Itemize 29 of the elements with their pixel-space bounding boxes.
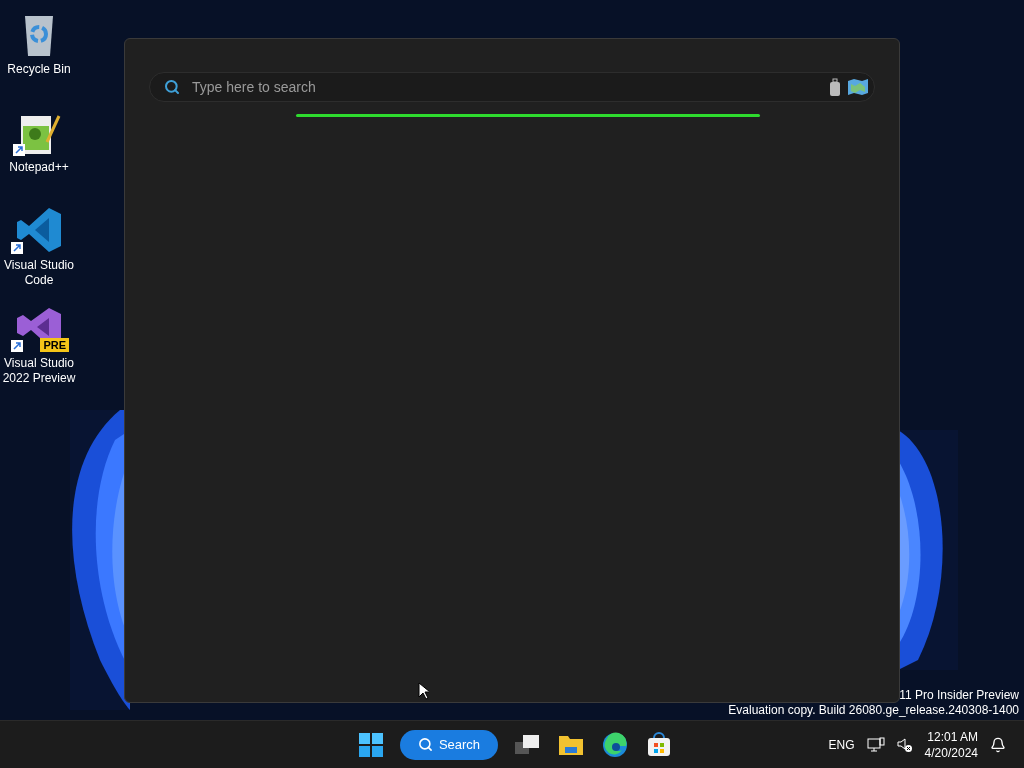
search-icon — [417, 737, 433, 752]
network-icon[interactable] — [866, 736, 885, 753]
watermark-text: Evaluation copy. Build 26080.ge_release.240308-1400 — [728, 703, 1019, 718]
desktop-icon-label[interactable]: Recycle Bin — [7, 62, 71, 77]
shortcut-arrow-icon — [11, 340, 23, 352]
language-indicator[interactable]: ENG — [828, 735, 855, 754]
clock-time[interactable]: 12:01 AM — [927, 728, 978, 745]
shortcut-arrow-icon — [13, 144, 25, 156]
watermark-text: 11 Pro Insider Preview — [899, 688, 1019, 703]
browser-icon[interactable] — [602, 731, 628, 758]
task-view-icon[interactable] — [514, 733, 540, 756]
muted-speaker-icon[interactable] — [896, 736, 913, 753]
search-button[interactable]: Search — [400, 729, 498, 760]
notification-icon[interactable] — [990, 736, 1006, 753]
windows-logo-icon[interactable] — [358, 731, 384, 758]
clock-date[interactable]: 4/20/2024 — [924, 744, 978, 761]
store-icon[interactable] — [646, 731, 672, 758]
desktop-icon-label[interactable]: Notepad++ — [9, 160, 69, 175]
desktop-icon-label[interactable]: Visual Studio 2022 Preview — [0, 356, 78, 386]
code-editor-icon — [15, 206, 63, 254]
suitcase-icon — [829, 78, 841, 96]
mouse-cursor-icon — [418, 682, 429, 700]
search-icon — [164, 79, 180, 95]
search-field[interactable]: Type here to search — [149, 72, 875, 102]
preview-badge: PRE — [40, 338, 69, 352]
desktop-icon-label[interactable]: Visual Studio Code — [0, 258, 78, 288]
shortcut-arrow-icon — [11, 242, 23, 254]
map-icon — [847, 78, 869, 96]
folder-icon[interactable] — [558, 733, 584, 756]
